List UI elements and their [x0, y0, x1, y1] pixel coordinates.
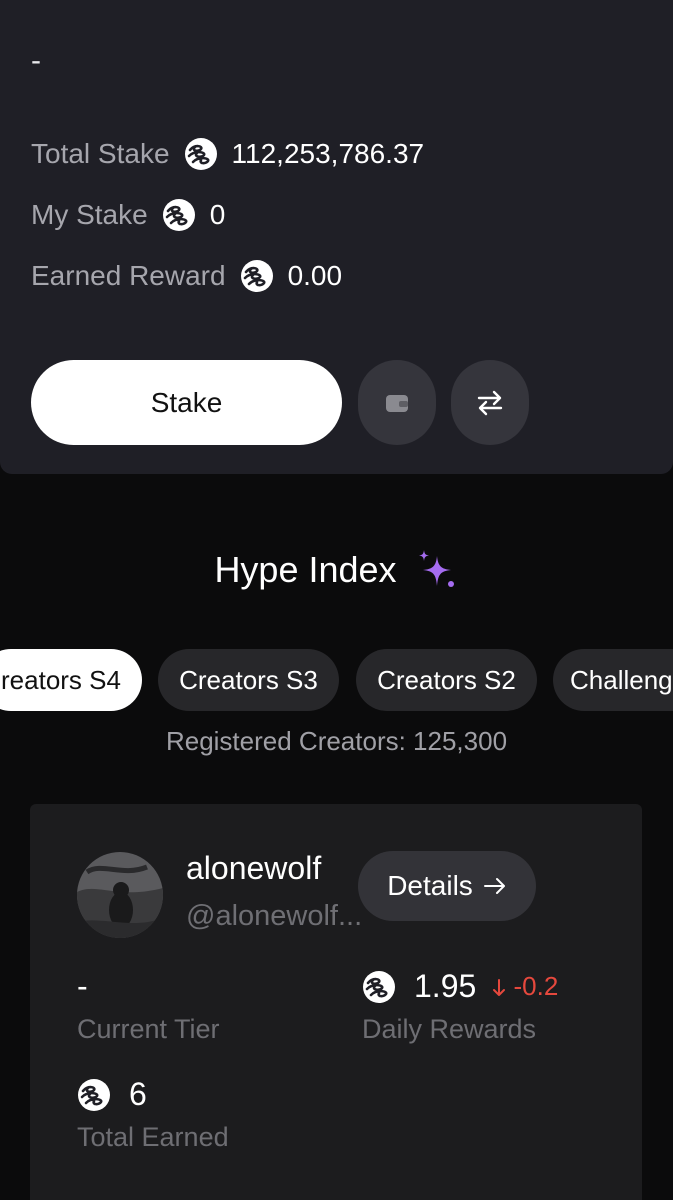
- swap-button[interactable]: [451, 360, 529, 445]
- staking-panel: - Total Stake 112,253,786.37 My Stake 0 …: [0, 0, 673, 474]
- creator-name[interactable]: alonewolf: [186, 850, 321, 887]
- token-coin-icon: [240, 259, 274, 293]
- wallet-icon: [386, 394, 408, 412]
- swap-arrows-icon: [477, 390, 503, 415]
- stake-button[interactable]: Stake: [31, 360, 342, 445]
- hype-index-title-row: Hype Index: [0, 548, 673, 592]
- total-stake-label: Total Stake: [31, 138, 170, 169]
- season-tabs: reators S4 Creators S3 Creators S2 Chall…: [0, 649, 673, 711]
- daily-rewards-change: -0.2: [492, 971, 558, 1002]
- daily-rewards-row: 1.95 -0.2: [362, 968, 558, 1005]
- staking-header-value: -: [31, 44, 41, 77]
- tab-creators-s3[interactable]: Creators S3: [158, 649, 339, 711]
- hype-index-title: Hype Index: [214, 549, 397, 590]
- earned-reward-value: 0.00: [287, 260, 343, 291]
- current-tier-value: -: [77, 968, 88, 1004]
- creator-card: alonewolf @alonewolf... Details - Curren…: [30, 804, 642, 1200]
- daily-rewards-label: Daily Rewards: [362, 1014, 537, 1044]
- daily-rewards-value: 1.95: [414, 968, 477, 1004]
- details-button[interactable]: Details: [358, 851, 536, 921]
- token-coin-icon: [362, 970, 396, 1004]
- total-stake-row: Total Stake 112,253,786.37: [31, 134, 424, 174]
- token-coin-icon: [77, 1078, 111, 1112]
- earned-reward-label: Earned Reward: [31, 260, 226, 291]
- token-coin-icon: [184, 137, 218, 171]
- total-earned-row: 6: [77, 1076, 147, 1113]
- total-earned-label: Total Earned: [77, 1122, 229, 1152]
- arrow-down-icon: [493, 979, 506, 997]
- token-coin-icon: [162, 198, 196, 232]
- total-stake-value: 112,253,786.37: [231, 138, 425, 169]
- avatar[interactable]: [77, 852, 163, 938]
- my-stake-row: My Stake 0: [31, 195, 225, 235]
- current-tier-label: Current Tier: [77, 1014, 220, 1044]
- earned-reward-row: Earned Reward 0.00: [31, 256, 342, 296]
- creator-handle: @alonewolf...: [186, 900, 363, 932]
- sparkles-icon: [418, 550, 454, 587]
- registered-creators-count: Registered Creators: 125,300: [165, 726, 508, 756]
- tab-creators-s2[interactable]: Creators S2: [356, 649, 537, 711]
- tab-challenge[interactable]: Challeng: [553, 649, 673, 711]
- total-earned-value: 6: [129, 1076, 147, 1112]
- avatar-image: [77, 852, 163, 938]
- my-stake-label: My Stake: [31, 199, 148, 230]
- my-stake-value: 0: [209, 199, 226, 230]
- tab-creators-s4[interactable]: reators S4: [0, 649, 142, 711]
- daily-rewards-delta: -0.2: [513, 971, 559, 1001]
- details-button-label: Details: [387, 870, 473, 901]
- wallet-button[interactable]: [358, 360, 436, 445]
- arrow-right-icon: [483, 878, 505, 894]
